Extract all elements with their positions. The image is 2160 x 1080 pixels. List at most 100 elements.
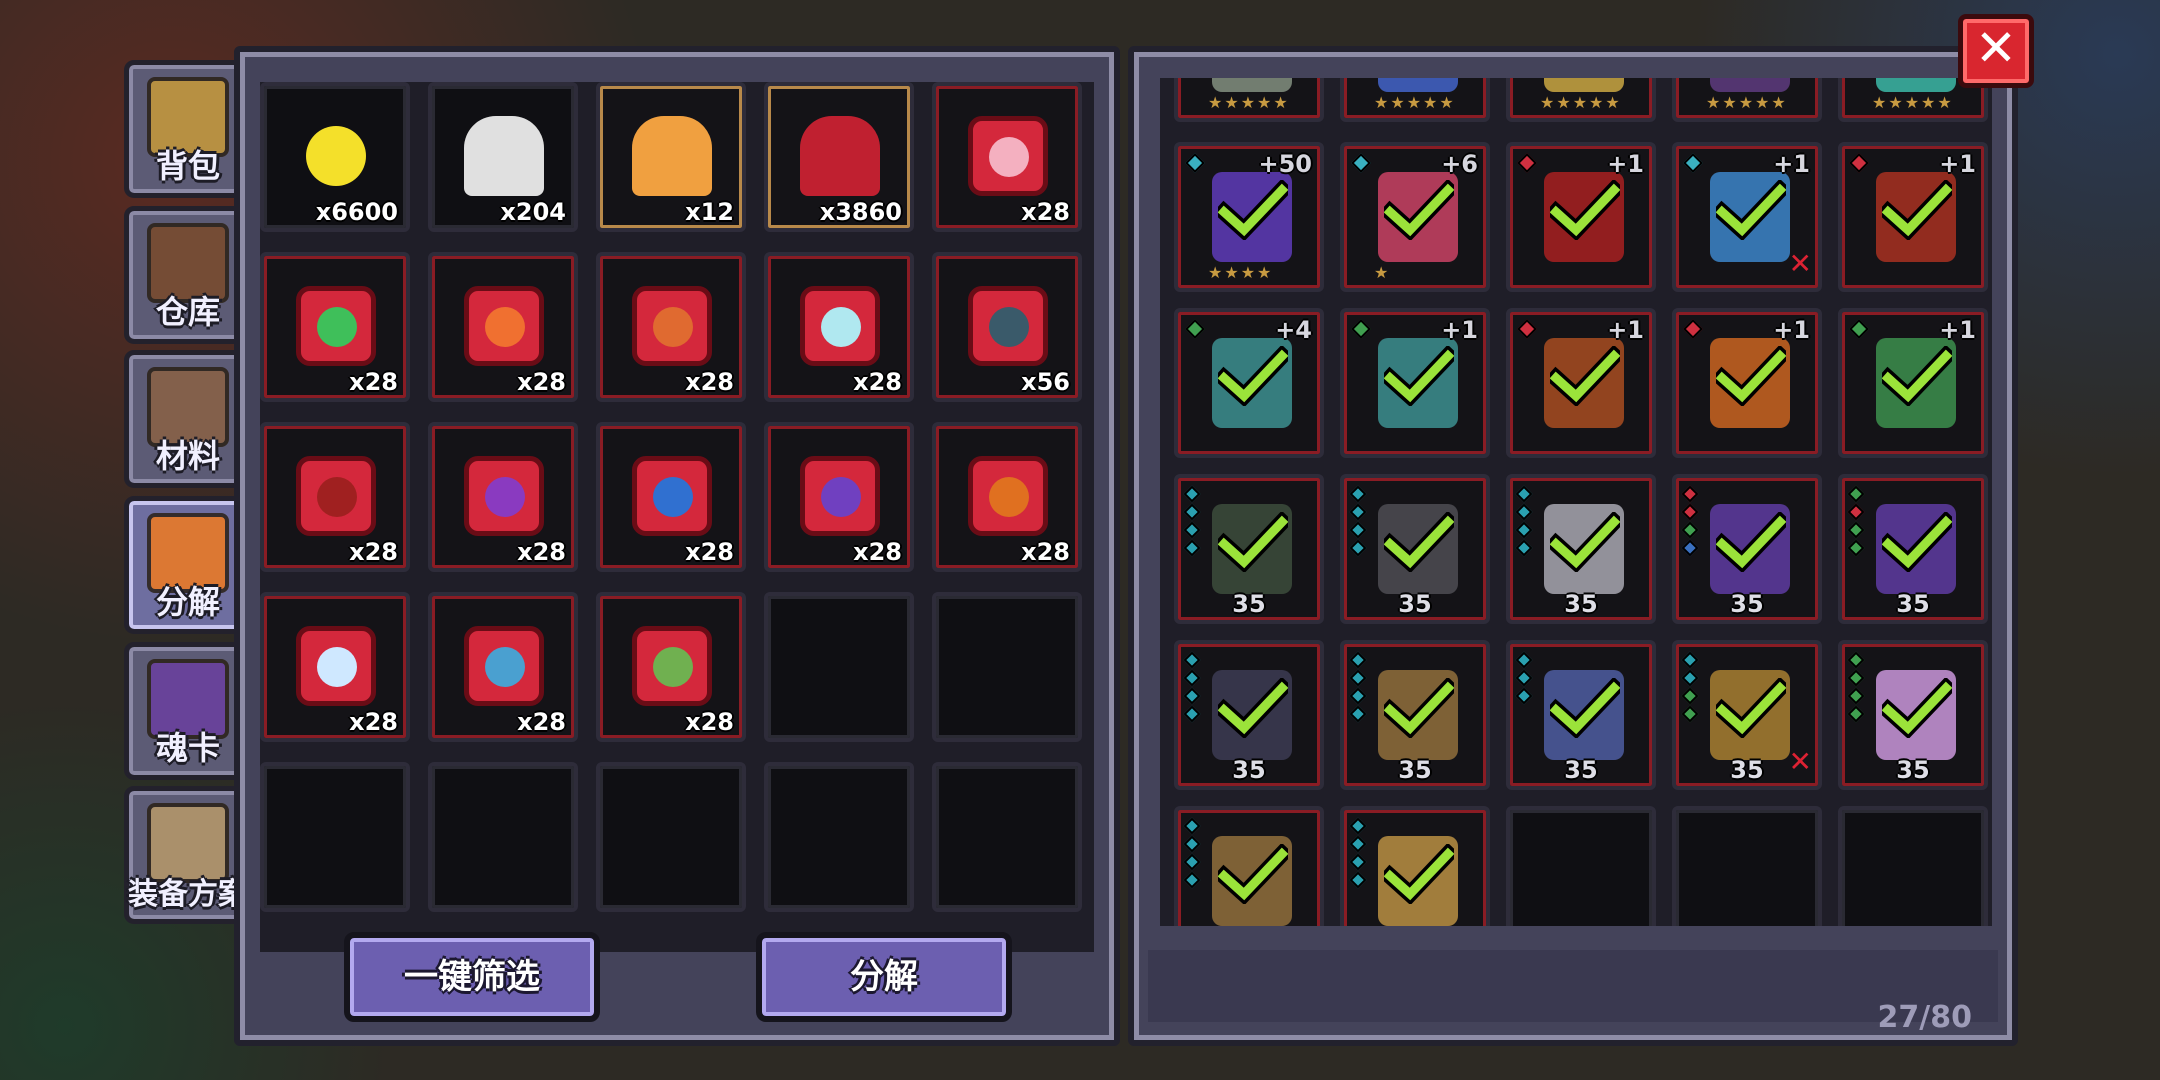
socket-gems [1183,817,1201,892]
silver-dust-icon [464,116,544,196]
amulet-icon [1544,78,1624,92]
equipment-slot[interactable]: 35 [1672,474,1822,624]
socket-gem-icon [1183,503,1201,521]
item-level: 35 [1730,590,1764,618]
close-button[interactable]: ✕ [1958,14,2034,88]
material-slot[interactable]: x28 [932,82,1082,232]
socket-gem-icon [1183,853,1201,871]
socket-gem-icon [1349,835,1367,853]
material-slot[interactable]: x28 [260,422,410,572]
item-level: 35 [1232,590,1266,618]
enhance-level: +1 [1773,150,1810,178]
tab-salvage-cauldron[interactable]: 分解 [124,496,252,634]
socket-gem-icon [1515,669,1533,687]
equipment-slot[interactable]: 35 [1340,640,1490,790]
material-slot[interactable]: x3860 [764,82,914,232]
tab-storage-chest[interactable]: 仓库 [124,206,252,344]
tab-material-crate[interactable]: 材料 [124,350,252,488]
equipment-slot[interactable]: +1 [1838,308,1988,458]
equipment-grid: ★★★★★ ★★★★★ ★★★★★ ★★★★★ ★★★★★ +50 ★★★★ +6 ★ +1 +1 ✕… [1160,78,1992,926]
equipment-slot[interactable]: +1 [1838,142,1988,292]
star-rating: ★ [1374,263,1391,282]
equipment-slot[interactable]: 35 [1838,640,1988,790]
socket-gem-icon [1349,503,1367,521]
equipment-slot[interactable]: 35 ✕ [1672,640,1822,790]
socket-gems [1349,817,1367,892]
item-level: 35 [1564,756,1598,784]
socket-gem-icon [1515,503,1533,521]
equipment-slot[interactable]: +1 ✕ [1672,142,1822,292]
material-quantity: x28 [853,368,902,396]
equipment-slot[interactable]: +6 ★ [1340,142,1490,292]
socket-gems [1681,485,1699,560]
equipment-slot[interactable]: 35 [1506,640,1656,790]
equipment-slot[interactable]: 35 [1838,474,1988,624]
green-wand-essence-icon [296,286,376,366]
material-slot[interactable]: x28 [428,592,578,742]
material-slot[interactable]: x12 [596,82,746,232]
material-slot[interactable]: x28 [428,252,578,402]
equipment-slot[interactable]: ★★★★★ [1506,78,1656,122]
material-quantity: x28 [517,708,566,736]
equipment-slot[interactable]: 35 [1174,640,1324,790]
socket-gem-icon [1183,705,1201,723]
socket-gem-icon [1349,521,1367,539]
material-slot[interactable]: x28 [596,422,746,572]
material-slot[interactable]: x28 [764,422,914,572]
material-slot[interactable]: x28 [764,252,914,402]
tab-label: 魂卡 [155,729,220,767]
enhance-level: +1 [1607,150,1644,178]
material-slot[interactable]: x28 [260,592,410,742]
empty-slot [932,762,1082,912]
material-slot[interactable]: x6600 [260,82,410,232]
materials-panel: x6600 x204 x12 x3860 x28 x28 x28 x28 x28 x56 x28 x2… [234,46,1120,1046]
material-quantity: x28 [349,368,398,396]
equipment-slot[interactable]: 35 [1340,474,1490,624]
materials-grid: x6600 x204 x12 x3860 x28 x28 x28 x28 x28 x56 x28 x2… [260,82,1094,952]
selected-check-icon [1710,344,1792,408]
tab-label: 背包 [155,147,220,185]
equipment-slot[interactable]: +50 ★★★★ [1174,142,1324,292]
equipment-slot[interactable]: +1 [1506,142,1656,292]
material-slot[interactable]: x28 [932,422,1082,572]
equipment-slot[interactable]: +4 [1174,308,1324,458]
equipment-slot[interactable]: 35 [1506,474,1656,624]
equipment-slot[interactable]: ★★★★★ [1672,78,1822,122]
locked-x-icon: ✕ [1788,247,1812,280]
equipment-slot[interactable]: +1 [1506,308,1656,458]
salvage-button[interactable]: 分解 [756,932,1012,1022]
socket-gem-icon [1681,669,1699,687]
material-slot[interactable]: x56 [932,252,1082,402]
material-slot[interactable]: x28 [596,592,746,742]
equipment-slot[interactable]: ★★★★★ [1340,78,1490,122]
equipment-slot[interactable]: ★★★★★ [1174,78,1324,122]
material-slot[interactable]: x28 [596,252,746,402]
capacity-counter: 27/80 [1877,1000,1972,1035]
socket-gem-icon [1681,521,1699,539]
material-slot[interactable]: x28 [428,422,578,572]
material-slot[interactable]: x28 [260,252,410,402]
tab-chest[interactable]: 背包 [124,60,252,198]
staff-icon [1378,78,1458,92]
violet-crossbow-essence-icon [800,456,880,536]
tab-soul-card[interactable]: 魂卡 [124,642,252,780]
socket-gem-icon [1349,669,1367,687]
socket-gems [1183,651,1201,726]
selected-check-icon [1710,178,1792,242]
equipment-slot[interactable] [1174,806,1324,926]
socket-gem-icon [1349,853,1367,871]
material-quantity: x28 [685,708,734,736]
equipment-slot[interactable]: 35 [1174,474,1324,624]
equipment-slot[interactable]: +1 [1340,308,1490,458]
socket-gems [1349,485,1367,560]
empty-slot [260,762,410,912]
equipment-slot[interactable] [1340,806,1490,926]
rarity-gem-icon [1517,153,1537,173]
rune-essence-icon [632,286,712,366]
tab-armor-loadout[interactable]: 装备方案 [124,786,252,924]
material-slot[interactable]: x204 [428,82,578,232]
quick-filter-button[interactable]: 一键筛选 [344,932,600,1022]
equipment-slot[interactable]: +1 [1672,308,1822,458]
equipment-grid-area[interactable]: ★★★★★ ★★★★★ ★★★★★ ★★★★★ ★★★★★ +50 ★★★★ +6 ★ +1 +1 ✕… [1160,78,1992,926]
socket-gem-icon [1515,521,1533,539]
